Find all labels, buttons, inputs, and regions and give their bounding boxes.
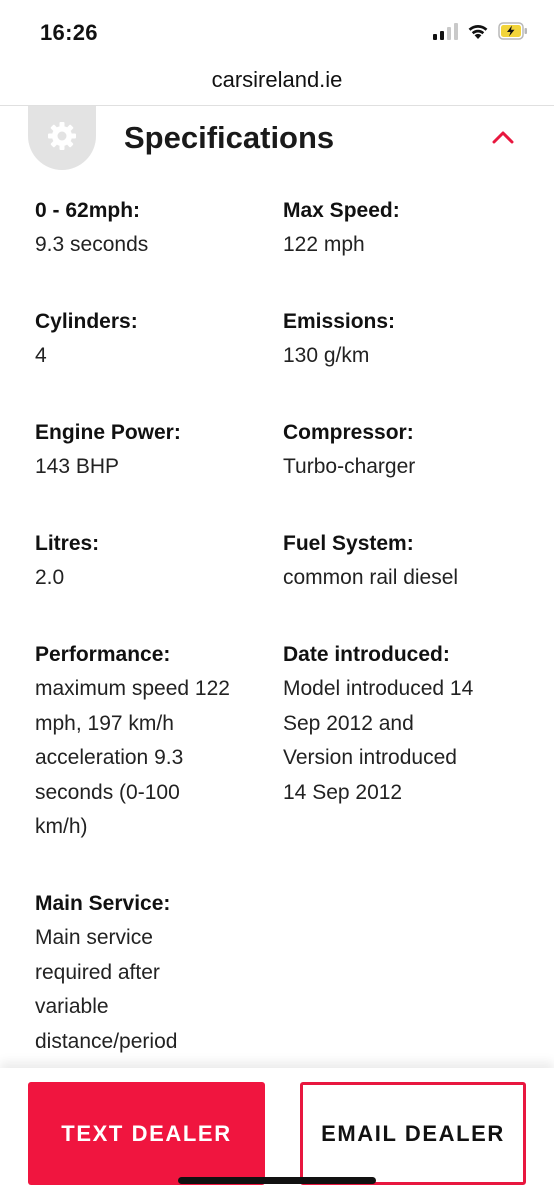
url-text: carsireland.ie <box>211 67 343 92</box>
spec-value: 122 mph <box>283 233 365 256</box>
spec-value-line: acceleration 9.3 <box>35 746 184 769</box>
spec-main-service: Main Service: Main service required afte… <box>35 887 275 1059</box>
spec-emissions: Emissions: 130 g/km <box>283 305 523 374</box>
spec-value: 2.0 <box>35 566 65 589</box>
spec-label: Date introduced: <box>283 643 450 666</box>
spec-0-62mph: 0 - 62mph: 9.3 seconds <box>35 194 275 263</box>
spec-value-line: Model introduced 14 <box>283 677 474 700</box>
spec-label: Emissions: <box>283 310 396 333</box>
status-icons <box>433 22 528 40</box>
text-dealer-button[interactable]: TEXT DEALER <box>28 1082 265 1185</box>
specifications-header[interactable]: Specifications <box>0 106 554 170</box>
spec-value-line: distance/period <box>35 1029 178 1053</box>
email-dealer-label: EMAIL DEALER <box>321 1120 505 1146</box>
address-bar[interactable]: carsireland.ie <box>0 62 554 106</box>
page: 16:26 carsireland.ie Specifications 0 - … <box>0 0 554 1200</box>
spec-max-speed: Max Speed: 122 mph <box>283 194 523 263</box>
spec-label: Max Speed: <box>283 199 400 222</box>
spec-engine-power: Engine Power: 143 BHP <box>35 416 275 485</box>
spec-value-line: Sep 2012 and <box>283 711 414 735</box>
spec-value-line: km/h) <box>35 815 88 838</box>
spec-label: Fuel System: <box>283 532 414 555</box>
spec-label: Engine Power: <box>35 421 181 444</box>
email-dealer-button[interactable]: EMAIL DEALER <box>300 1082 526 1185</box>
home-indicator[interactable] <box>178 1177 376 1184</box>
spec-value-line: 14 Sep 2012 <box>283 780 403 804</box>
spec-compressor: Compressor: Turbo-charger <box>283 416 523 485</box>
gear-icon <box>28 106 96 170</box>
spec-performance: Performance: maximum speed 122 mph, 197 … <box>35 638 275 845</box>
spec-value: 9.3 seconds <box>35 233 149 256</box>
spec-label: Cylinders: <box>35 310 138 333</box>
wifi-icon <box>466 22 490 40</box>
spec-value-line: maximum speed 122 <box>35 677 230 700</box>
spec-label: Main Service: <box>35 892 171 915</box>
spec-value: 130 g/km <box>283 344 370 367</box>
spec-date-introduced: Date introduced: Model introduced 14 Sep… <box>283 638 523 810</box>
spec-value-line: mph, 197 km/h <box>35 711 174 735</box>
status-bar: 16:26 <box>0 0 554 62</box>
section-title: Specifications <box>124 120 335 155</box>
spec-value: 4 <box>35 344 47 367</box>
spec-cylinders: Cylinders: 4 <box>35 305 275 374</box>
chevron-up-icon[interactable] <box>492 130 514 149</box>
spec-value-line: required after <box>35 960 160 984</box>
signal-icon <box>433 22 458 40</box>
spec-value-line: Main service <box>35 926 153 949</box>
spec-value-line: Version introduced <box>283 746 457 769</box>
spec-label: Litres: <box>35 532 100 555</box>
spec-label: Performance: <box>35 643 171 666</box>
battery-charging-icon <box>498 22 528 40</box>
spec-value-line: variable <box>35 995 109 1018</box>
spec-fuel-system: Fuel System: common rail diesel <box>283 527 523 596</box>
spec-value-line: seconds (0-100 <box>35 780 180 804</box>
spec-value: Turbo-charger <box>283 455 416 478</box>
status-time: 16:26 <box>40 20 98 45</box>
text-dealer-label: TEXT DEALER <box>61 1120 232 1146</box>
spec-label: 0 - 62mph: <box>35 199 141 222</box>
spec-value: common rail diesel <box>283 566 459 589</box>
spec-value: 143 BHP <box>35 455 120 478</box>
spec-label: Compressor: <box>283 421 414 444</box>
spec-litres: Litres: 2.0 <box>35 527 275 596</box>
